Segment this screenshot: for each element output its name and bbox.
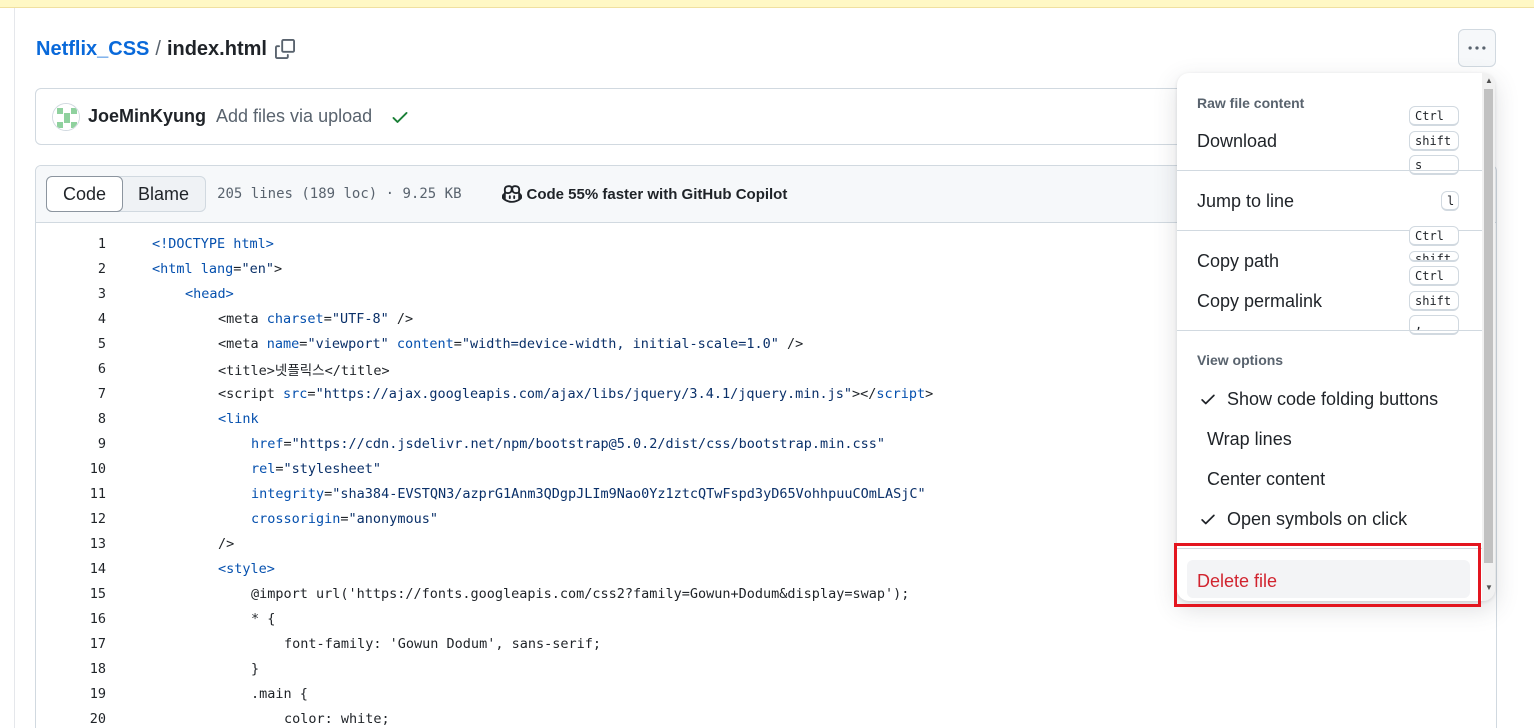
- line-content: href="https://cdn.jsdelivr.net/npm/boots…: [251, 435, 885, 452]
- code-line: 20 color: white;: [36, 706, 1496, 728]
- line-number[interactable]: 9: [76, 436, 106, 452]
- commit-message[interactable]: Add files via upload: [216, 106, 372, 127]
- scrollbar-thumb[interactable]: [1484, 89, 1493, 563]
- menu-divider: [1177, 170, 1482, 171]
- kbd-comma: ,: [1409, 315, 1459, 335]
- line-number[interactable]: 2: [76, 261, 106, 277]
- check-icon[interactable]: [390, 107, 410, 127]
- highlight-annotation: [1174, 543, 1481, 607]
- menu-item-center-content[interactable]: Center content: [1207, 467, 1325, 491]
- kbd-l: l: [1441, 191, 1459, 211]
- menu-item-jump-to-line[interactable]: Jump to line: [1197, 189, 1294, 213]
- check-icon: [1201, 394, 1215, 405]
- line-number[interactable]: 5: [76, 336, 106, 352]
- menu-item-copy-permalink[interactable]: Copy permalink: [1197, 289, 1322, 313]
- line-number[interactable]: 11: [76, 486, 106, 502]
- line-content: .main {: [251, 685, 308, 702]
- line-content: <meta charset="UTF-8" />: [218, 310, 414, 327]
- line-content: <meta name="viewport" content="width=dev…: [218, 335, 804, 352]
- menu-item-copy-path[interactable]: Copy path: [1197, 249, 1279, 273]
- line-number[interactable]: 7: [76, 386, 106, 402]
- latest-commit-box: JoeMinKyung Add files via upload: [35, 88, 1235, 145]
- top-banner: [0, 0, 1534, 8]
- menu-group-raw: Raw file content: [1197, 95, 1305, 111]
- line-content: font-family: 'Gowun Dodum', sans-serif;: [284, 635, 601, 652]
- kebab-horizontal-icon: [1468, 46, 1486, 50]
- line-number[interactable]: 16: [76, 611, 106, 627]
- code-line: 18}: [36, 656, 1496, 681]
- kbd-shift: shift: [1409, 131, 1459, 151]
- view-toggle: Code Blame: [46, 176, 207, 212]
- more-options-button[interactable]: [1458, 29, 1496, 67]
- line-number[interactable]: 15: [76, 586, 106, 602]
- breadcrumb-separator: /: [155, 37, 161, 60]
- menu-item-download[interactable]: Download: [1197, 129, 1277, 153]
- line-content: }: [251, 660, 260, 677]
- line-number[interactable]: 20: [76, 711, 106, 727]
- line-number[interactable]: 6: [76, 361, 106, 377]
- line-content: />: [218, 535, 235, 552]
- avatar[interactable]: [52, 102, 80, 131]
- menu-item-open-symbols[interactable]: Open symbols on click: [1227, 507, 1407, 531]
- line-content: @import url('https://fonts.googleapis.co…: [251, 585, 910, 602]
- menu-item-wrap-lines[interactable]: Wrap lines: [1207, 427, 1292, 451]
- kbd-s: s: [1409, 155, 1459, 175]
- kbd-ctrl: Ctrl: [1409, 226, 1459, 246]
- kbd-shift: shift: [1409, 291, 1459, 311]
- line-content: integrity="sha384-EVSTQN3/azprG1Anm3QDgp…: [251, 485, 926, 502]
- file-options-menu: Raw file content Download Ctrl shift s J…: [1177, 73, 1495, 601]
- line-content: rel="stylesheet": [251, 460, 382, 477]
- line-content: crossorigin="anonymous": [251, 510, 438, 527]
- line-number[interactable]: 1: [76, 236, 106, 252]
- repo-link[interactable]: Netflix_CSS: [36, 38, 149, 61]
- copilot-label: Code 55% faster with GitHub Copilot: [526, 185, 788, 203]
- code-line: 16 * {: [36, 606, 1496, 631]
- line-content: <style>: [218, 560, 275, 577]
- line-number[interactable]: 4: [76, 311, 106, 327]
- code-line: 17 font-family: 'Gowun Dodum', sans-serif…: [36, 631, 1496, 656]
- menu-scrollbar[interactable]: ▲ ▼: [1482, 73, 1495, 601]
- line-number[interactable]: 3: [76, 286, 106, 302]
- line-content: <html lang="en">: [152, 260, 283, 277]
- kbd-ctrl: Ctrl: [1409, 266, 1459, 286]
- scroll-down-icon[interactable]: ▼: [1485, 583, 1493, 592]
- line-content: <link: [218, 410, 259, 427]
- file-meta: 205 lines (189 loc) · 9.25 KB: [217, 186, 462, 202]
- scroll-up-icon[interactable]: ▲: [1485, 76, 1493, 85]
- line-number[interactable]: 8: [76, 411, 106, 427]
- line-content: color: white;: [284, 710, 390, 727]
- page-border: [14, 8, 15, 728]
- line-content: <title>넷플릭스</title>: [218, 362, 390, 379]
- line-number[interactable]: 17: [76, 636, 106, 652]
- code-line: 19 .main {: [36, 681, 1496, 706]
- kbd-shift: shift: [1409, 251, 1459, 262]
- commit-author[interactable]: JoeMinKyung: [88, 106, 206, 127]
- check-icon: [1201, 514, 1215, 525]
- tab-code[interactable]: Code: [46, 176, 124, 212]
- copy-icon[interactable]: [274, 39, 295, 59]
- tab-blame[interactable]: Blame: [122, 177, 205, 211]
- line-content: <script src="https://ajax.googleapis.com…: [218, 385, 934, 402]
- line-content: <!DOCTYPE html>: [152, 235, 274, 252]
- kbd-ctrl: Ctrl: [1409, 106, 1459, 126]
- breadcrumb: Netflix_CSS / index.html: [36, 37, 295, 61]
- menu-group-view: View options: [1197, 352, 1284, 368]
- line-content: <head>: [185, 285, 234, 302]
- line-number[interactable]: 10: [76, 461, 106, 477]
- line-number[interactable]: 14: [76, 561, 106, 577]
- menu-item-show-code-folding[interactable]: Show code folding buttons: [1227, 387, 1438, 411]
- line-number[interactable]: 19: [76, 686, 106, 702]
- line-number[interactable]: 13: [76, 536, 106, 552]
- file-name: index.html: [166, 37, 267, 60]
- line-number[interactable]: 12: [76, 511, 106, 527]
- line-content: * {: [251, 610, 276, 627]
- copilot-promo[interactable]: Code 55% faster with GitHub Copilot: [501, 184, 788, 204]
- copilot-icon: [501, 184, 522, 204]
- menu-divider: [1177, 330, 1482, 331]
- line-number[interactable]: 18: [76, 661, 106, 677]
